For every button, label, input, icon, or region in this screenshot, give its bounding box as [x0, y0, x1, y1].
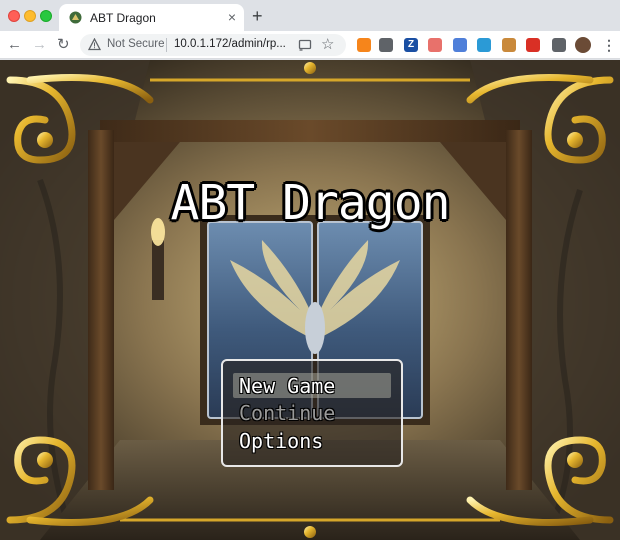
dragon-favicon-icon: [69, 11, 82, 24]
browser-toolbar: ← → ↻ Not Secure 10.0.1.172/admin/rp... …: [0, 31, 620, 59]
minimize-window-button[interactable]: [24, 10, 36, 22]
omnibox-divider: [166, 38, 167, 52]
maximize-window-button[interactable]: [40, 10, 52, 22]
new-game-option[interactable]: New Game: [239, 374, 335, 398]
options-option[interactable]: Options: [239, 429, 323, 453]
forward-button[interactable]: →: [32, 35, 47, 55]
cube-extension-icon[interactable]: [379, 38, 393, 52]
back-button[interactable]: ←: [7, 35, 22, 55]
bookmark-extension-icon[interactable]: [428, 38, 442, 52]
bolt-extension-icon[interactable]: [526, 38, 540, 52]
game-canvas[interactable]: ABT Dragon New Game Continue Options: [0, 60, 620, 540]
puzzle-extension-icon[interactable]: [552, 38, 566, 52]
bear-extension-icon[interactable]: [502, 38, 516, 52]
close-window-button[interactable]: [8, 10, 20, 22]
zotero-extension-icon[interactable]: Z: [404, 38, 418, 52]
title-background-art: [0, 60, 620, 540]
browser-menu-icon[interactable]: ⋮: [602, 36, 616, 54]
title-command-window: New Game Continue Options: [221, 359, 403, 467]
pinwheel-extension-icon[interactable]: [477, 38, 491, 52]
game-title: ABT Dragon: [170, 175, 451, 231]
metamask-extension-icon[interactable]: [357, 38, 371, 52]
browser-tab[interactable]: ABT Dragon ×: [59, 4, 244, 31]
tab-strip: ABT Dragon × +: [0, 0, 620, 31]
reload-button[interactable]: ↻: [57, 35, 70, 55]
close-tab-icon[interactable]: ×: [228, 9, 236, 25]
warning-icon: [88, 38, 101, 51]
cast-icon[interactable]: [298, 38, 312, 52]
profile-avatar[interactable]: [575, 37, 591, 53]
new-tab-button[interactable]: +: [252, 6, 263, 26]
continue-option[interactable]: Continue: [239, 401, 335, 425]
tab-title: ABT Dragon: [90, 11, 156, 25]
bookmark-star-icon[interactable]: ☆: [321, 35, 334, 53]
address-bar[interactable]: Not Secure 10.0.1.172/admin/rp... ☆: [80, 34, 346, 56]
security-label[interactable]: Not Secure: [107, 38, 165, 50]
url-text[interactable]: 10.0.1.172/admin/rp...: [174, 38, 286, 50]
grid-extension-icon[interactable]: [453, 38, 467, 52]
